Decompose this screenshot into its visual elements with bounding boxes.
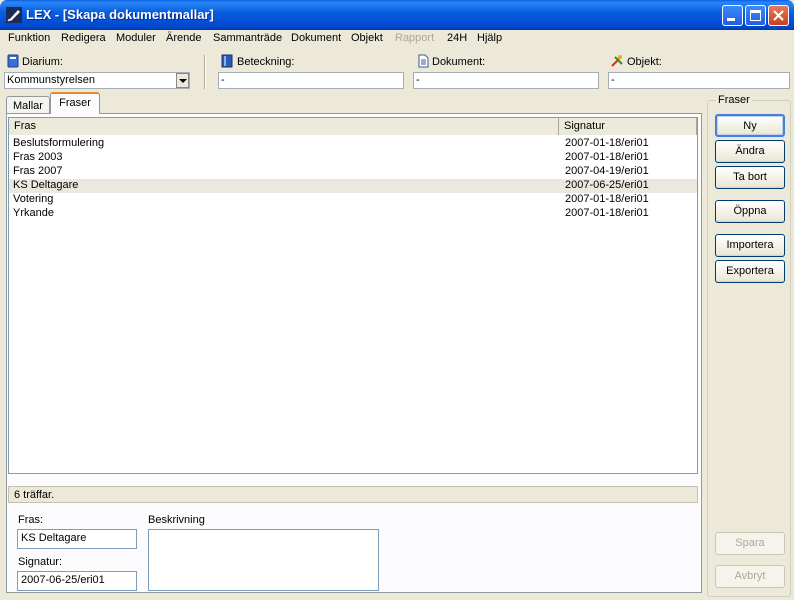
- dokument-label: Dokument:: [432, 56, 486, 68]
- cell-signatur: 2007-01-18/eri01: [565, 137, 649, 149]
- ny-button[interactable]: Ny: [715, 114, 785, 137]
- signatur-label: Signatur:: [18, 556, 63, 568]
- menu-dokument[interactable]: Dokument: [291, 32, 341, 44]
- importera-button[interactable]: Importera: [715, 234, 785, 257]
- menu-funktion[interactable]: Funktion: [8, 32, 50, 44]
- menu-sammantrade[interactable]: Sammanträde: [213, 32, 282, 44]
- status-bar: 6 träffar.: [8, 486, 698, 503]
- cell-fras: Fras 2007: [13, 165, 63, 177]
- chevron-down-icon[interactable]: [176, 73, 189, 88]
- cell-signatur: 2007-06-25/eri01: [565, 179, 649, 191]
- fras-input[interactable]: KS Deltagare: [17, 529, 137, 549]
- quill-pen-icon: [6, 7, 22, 23]
- cell-fras: Votering: [13, 193, 54, 205]
- menu-redigera[interactable]: Redigera: [61, 32, 106, 44]
- menu-objekt[interactable]: Objekt: [351, 32, 383, 44]
- ta-bort-button[interactable]: Ta bort: [715, 166, 785, 189]
- fraser-group-label: Fraser: [716, 94, 752, 106]
- cell-fras: KS Deltagare: [13, 179, 79, 191]
- signatur-input[interactable]: 2007-06-25/eri01: [17, 571, 137, 591]
- cell-signatur: 2007-04-19/eri01: [565, 165, 649, 177]
- table-row-selected[interactable]: KS Deltagare 2007-06-25/eri01: [9, 179, 697, 193]
- minimize-icon: [727, 18, 735, 21]
- fras-label: Fras:: [18, 514, 44, 526]
- objekt-label: Objekt:: [627, 56, 662, 68]
- diarium-label: Diarium:: [22, 56, 63, 68]
- menu-arende[interactable]: Ärende: [166, 32, 201, 44]
- oppna-button[interactable]: Öppna: [715, 200, 785, 223]
- close-icon: [773, 10, 784, 21]
- field-separator: [204, 55, 206, 89]
- menu-hjalp[interactable]: Hjälp: [477, 32, 502, 44]
- column-header-fras[interactable]: Fras: [9, 118, 559, 135]
- close-button[interactable]: [768, 5, 789, 26]
- cell-signatur: 2007-01-18/eri01: [565, 151, 649, 163]
- exportera-button[interactable]: Exportera: [715, 260, 785, 283]
- tab-mallar[interactable]: Mallar: [6, 96, 50, 114]
- maximize-icon: [750, 10, 761, 21]
- spara-button: Spara: [715, 532, 785, 555]
- table-row[interactable]: Fras 2003 2007-01-18/eri01: [9, 151, 697, 165]
- column-header-signatur[interactable]: Signatur: [559, 118, 697, 135]
- table-row[interactable]: Fras 2007 2007-04-19/eri01: [9, 165, 697, 179]
- tab-fraser[interactable]: Fraser: [50, 92, 100, 114]
- menu-bar: Funktion Redigera Moduler Ärende Sammant…: [0, 30, 794, 48]
- menu-moduler[interactable]: Moduler: [116, 32, 156, 44]
- binder-icon: [221, 54, 233, 68]
- avbryt-button: Avbryt: [715, 565, 785, 588]
- menu-24h[interactable]: 24H: [447, 32, 467, 44]
- cell-signatur: 2007-01-18/eri01: [565, 193, 649, 205]
- andra-button[interactable]: Ändra: [715, 140, 785, 163]
- list-header: Fras Signatur: [9, 118, 697, 135]
- cell-fras: Beslutsformulering: [13, 137, 105, 149]
- table-row[interactable]: Yrkande 2007-01-18/eri01: [9, 207, 697, 221]
- beskrivning-label: Beskrivning: [148, 514, 205, 526]
- minimize-button[interactable]: [722, 5, 743, 26]
- dokument-field[interactable]: -: [413, 72, 599, 89]
- context-field-bar: Diarium: Kommunstyrelsen Beteckning: - D…: [0, 50, 794, 92]
- object-tools-icon: [611, 55, 623, 67]
- maximize-button[interactable]: [745, 5, 766, 26]
- table-row[interactable]: Beslutsformulering 2007-01-18/eri01: [9, 137, 697, 151]
- beteckning-field[interactable]: -: [218, 72, 404, 89]
- objekt-field[interactable]: -: [608, 72, 790, 89]
- cell-fras: Yrkande: [13, 207, 54, 219]
- beteckning-label: Beteckning:: [237, 56, 295, 68]
- cell-signatur: 2007-01-18/eri01: [565, 207, 649, 219]
- menu-rapport: Rapport: [395, 32, 435, 44]
- cell-fras: Fras 2003: [13, 151, 63, 163]
- window-title: LEX - [Skapa dokumentmallar]: [26, 7, 214, 22]
- diarium-book-icon: [7, 54, 19, 68]
- title-bar[interactable]: LEX - [Skapa dokumentmallar]: [0, 0, 794, 30]
- fraser-list[interactable]: Fras Signatur Beslutsformulering 2007-01…: [8, 117, 698, 474]
- beskrivning-textarea[interactable]: [148, 529, 379, 591]
- document-icon: [418, 54, 429, 68]
- diarium-combobox[interactable]: Kommunstyrelsen: [4, 72, 190, 89]
- table-row[interactable]: Votering 2007-01-18/eri01: [9, 193, 697, 207]
